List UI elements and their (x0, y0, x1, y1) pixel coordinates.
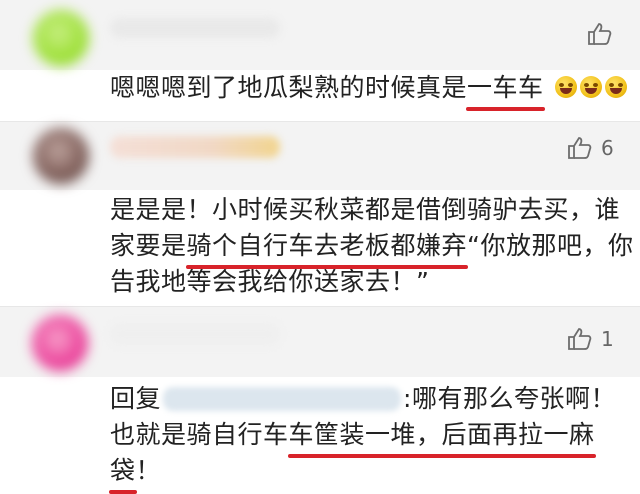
username-blurred (110, 18, 280, 38)
comment-text-part: “你放那吧，你 (467, 231, 634, 260)
grinning-tears-emoji (554, 76, 577, 98)
comment-header-3: 1 (0, 307, 640, 377)
comment-text-1: 嗯嗯嗯到了地瓜梨熟的时候真是一车车 (110, 70, 627, 111)
reply-username-blurred[interactable] (163, 387, 402, 411)
comment-text-2: 是是是！小时候买秋菜都是借倒骑驴去买，谁 家要是骑个自行车去老板都嫌弃“你放那吧… (110, 192, 633, 300)
comment-header-1 (0, 0, 640, 70)
username-blurred (110, 323, 280, 345)
grinning-tears-emoji (604, 76, 627, 98)
highlighted-text: 骑个自行车去老板都嫌弃 (185, 228, 468, 269)
highlighted-text: 一车车 (466, 70, 545, 111)
comment-text-part: :哪有那么夸张啊！ (403, 384, 616, 413)
reply-prefix: 回复 (110, 384, 162, 413)
avatar (32, 315, 88, 371)
comment-text-part: 也就是骑自行车 (110, 420, 289, 449)
thumbs-up-icon (567, 327, 593, 351)
username-blurred (110, 136, 280, 158)
comment-text-part: 家要是 (110, 231, 187, 260)
avatar (33, 10, 89, 66)
comment-header-2: 6 (0, 122, 640, 190)
comment-text-part: 嗯嗯嗯到了地瓜梨熟的时候真是 (110, 73, 468, 102)
comment-text-part: ！ (135, 456, 162, 485)
like-button[interactable]: 1 (567, 327, 614, 351)
comment-line: 是是是！小时候买秋菜都是借倒骑驴去买，谁 (110, 195, 621, 224)
thumbs-up-icon (567, 136, 593, 160)
highlighted-text: 袋 (109, 453, 137, 494)
like-button[interactable] (587, 22, 621, 46)
highlighted-text: 车筐装一堆，后面再拉一麻 (287, 417, 596, 458)
comment-line: 告我地等会我给你送家去！” (110, 267, 430, 296)
thumbs-up-icon (587, 22, 613, 46)
comment-text-3: 回复 :哪有那么夸张啊！ 也就是骑自行车车筐装一堆，后面再拉一麻 袋！ (109, 381, 615, 494)
comment-feed: 嗯嗯嗯到了地瓜梨熟的时候真是一车车 6 是是是！小时候买秋菜都是借倒骑驴去买，谁… (0, 0, 640, 494)
like-button[interactable]: 6 (567, 136, 614, 160)
like-count: 6 (601, 136, 614, 160)
grinning-tears-emoji (579, 76, 602, 98)
avatar (33, 128, 89, 184)
like-count: 1 (601, 327, 614, 351)
